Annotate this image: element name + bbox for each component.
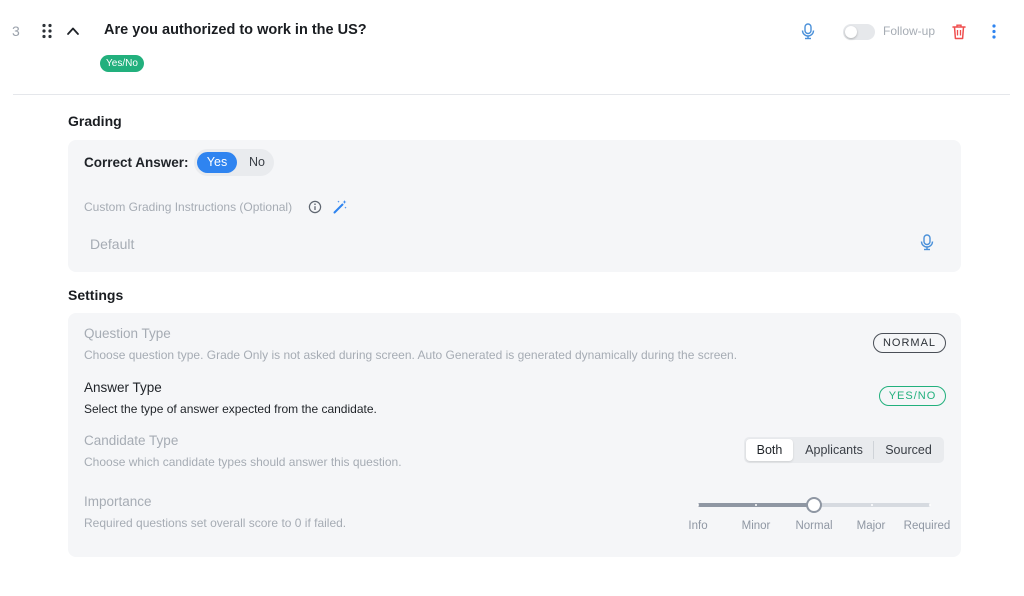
answer-type-badge[interactable]: YES/NO <box>879 386 946 406</box>
question-type-pill: Yes/No <box>100 55 144 72</box>
candidate-type-description: Choose which candidate types should answ… <box>84 455 402 469</box>
drag-handle-icon[interactable] <box>41 23 53 39</box>
slider-tick <box>929 504 931 506</box>
chevron-up-icon[interactable] <box>66 24 80 38</box>
follow-up-label: Follow-up <box>883 24 936 38</box>
question-type-description: Choose question type. Grade Only is not … <box>84 348 738 362</box>
answer-type-description: Select the type of answer expected from … <box>84 402 377 416</box>
settings-panel: Question Type Choose question type. Grad… <box>68 313 961 557</box>
candidate-type-both[interactable]: Both <box>746 439 793 461</box>
question-title: Are you authorized to work in the US? <box>104 22 367 38</box>
correct-answer-yes[interactable]: Yes <box>197 152 237 173</box>
toggle-knob <box>845 26 857 38</box>
grading-panel: Correct Answer: Yes No Custom Grading In… <box>68 140 961 272</box>
trash-icon[interactable] <box>951 23 967 40</box>
grading-instructions-input[interactable]: Default <box>90 236 134 252</box>
slider-tick <box>755 504 757 506</box>
slider-tick <box>697 504 699 506</box>
microphone-icon[interactable] <box>920 234 934 251</box>
question-type-badge[interactable]: NORMAL <box>873 333 946 353</box>
header-divider <box>13 94 1010 95</box>
answer-type-title: Answer Type <box>84 380 162 395</box>
candidate-type-applicants[interactable]: Applicants <box>796 439 872 461</box>
importance-title: Importance <box>84 494 152 509</box>
follow-up-toggle[interactable] <box>843 24 875 40</box>
importance-slider-thumb[interactable] <box>806 497 822 513</box>
more-vertical-icon[interactable] <box>989 23 999 40</box>
magic-wand-icon[interactable] <box>332 199 348 215</box>
importance-level-normal: Normal <box>795 520 833 532</box>
importance-level-required: Required <box>903 520 951 532</box>
importance-level-minor: Minor <box>741 520 771 532</box>
custom-grading-label: Custom Grading Instructions (Optional) <box>84 200 293 214</box>
candidate-type-segmented-control: Both Applicants Sourced <box>744 437 944 463</box>
correct-answer-toggle: Yes No <box>194 149 274 176</box>
candidate-type-sourced[interactable]: Sourced <box>875 439 942 461</box>
question-number: 3 <box>12 23 20 39</box>
slider-tick <box>871 504 873 506</box>
importance-level-info: Info <box>688 520 708 532</box>
grading-heading: Grading <box>68 113 122 129</box>
importance-slider[interactable] <box>697 497 931 513</box>
segment-divider <box>873 441 874 459</box>
question-type-title: Question Type <box>84 326 171 341</box>
microphone-icon[interactable] <box>801 23 815 40</box>
importance-description: Required questions set overall score to … <box>84 516 347 530</box>
correct-answer-no[interactable]: No <box>243 152 271 173</box>
question-header: 3 Are you authorized to work in the US? … <box>0 0 1024 95</box>
info-icon[interactable] <box>308 200 322 214</box>
correct-answer-label: Correct Answer: <box>84 155 189 170</box>
candidate-type-title: Candidate Type <box>84 433 179 448</box>
importance-level-major: Major <box>856 520 886 532</box>
settings-heading: Settings <box>68 287 124 303</box>
